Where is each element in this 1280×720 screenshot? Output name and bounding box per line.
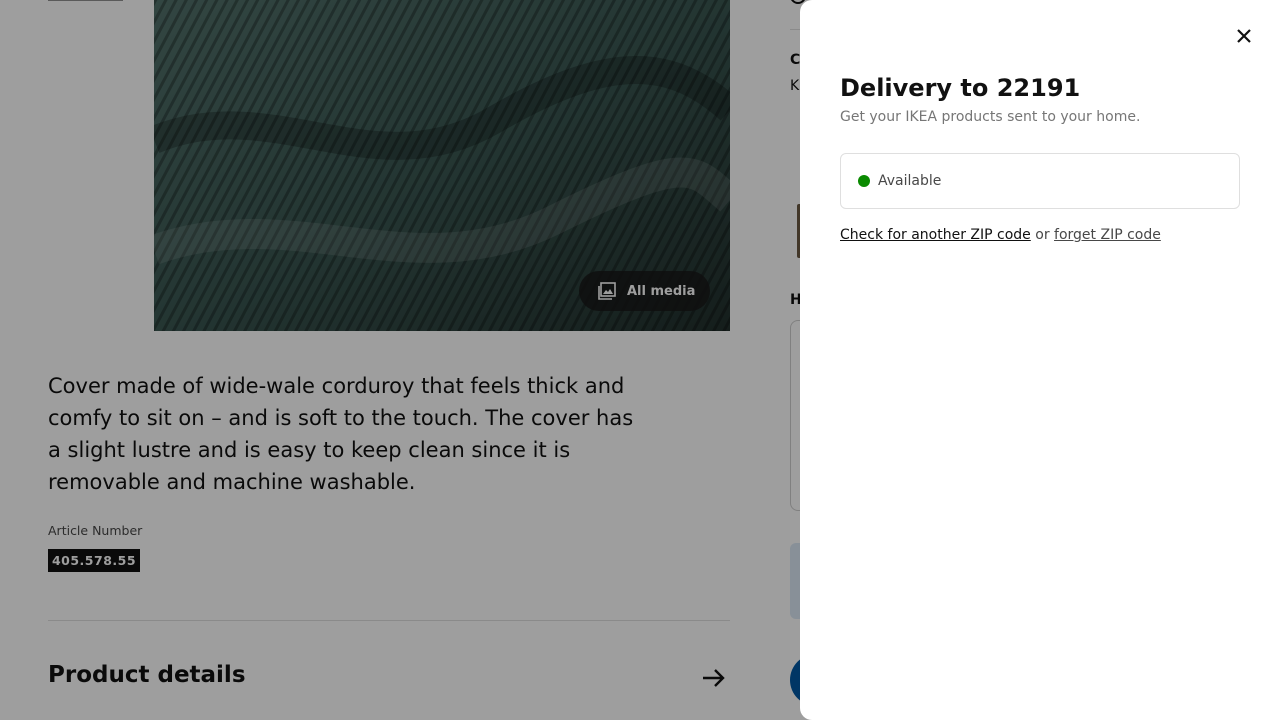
close-icon bbox=[1237, 29, 1251, 43]
status-label: Available bbox=[878, 173, 942, 189]
or-text: or bbox=[1035, 227, 1050, 243]
close-button[interactable] bbox=[1226, 18, 1262, 54]
availability-status: Available bbox=[840, 153, 1240, 209]
zip-code-links: Check for another ZIP code or forget ZIP… bbox=[840, 227, 1161, 243]
forget-zip-link[interactable]: forget ZIP code bbox=[1054, 227, 1161, 243]
modal-title: Delivery to 22191 bbox=[840, 74, 1081, 102]
delivery-modal bbox=[800, 0, 1280, 720]
status-dot-icon bbox=[858, 175, 870, 187]
modal-subtitle: Get your IKEA products sent to your home… bbox=[840, 109, 1141, 125]
check-another-zip-link[interactable]: Check for another ZIP code bbox=[840, 227, 1031, 243]
